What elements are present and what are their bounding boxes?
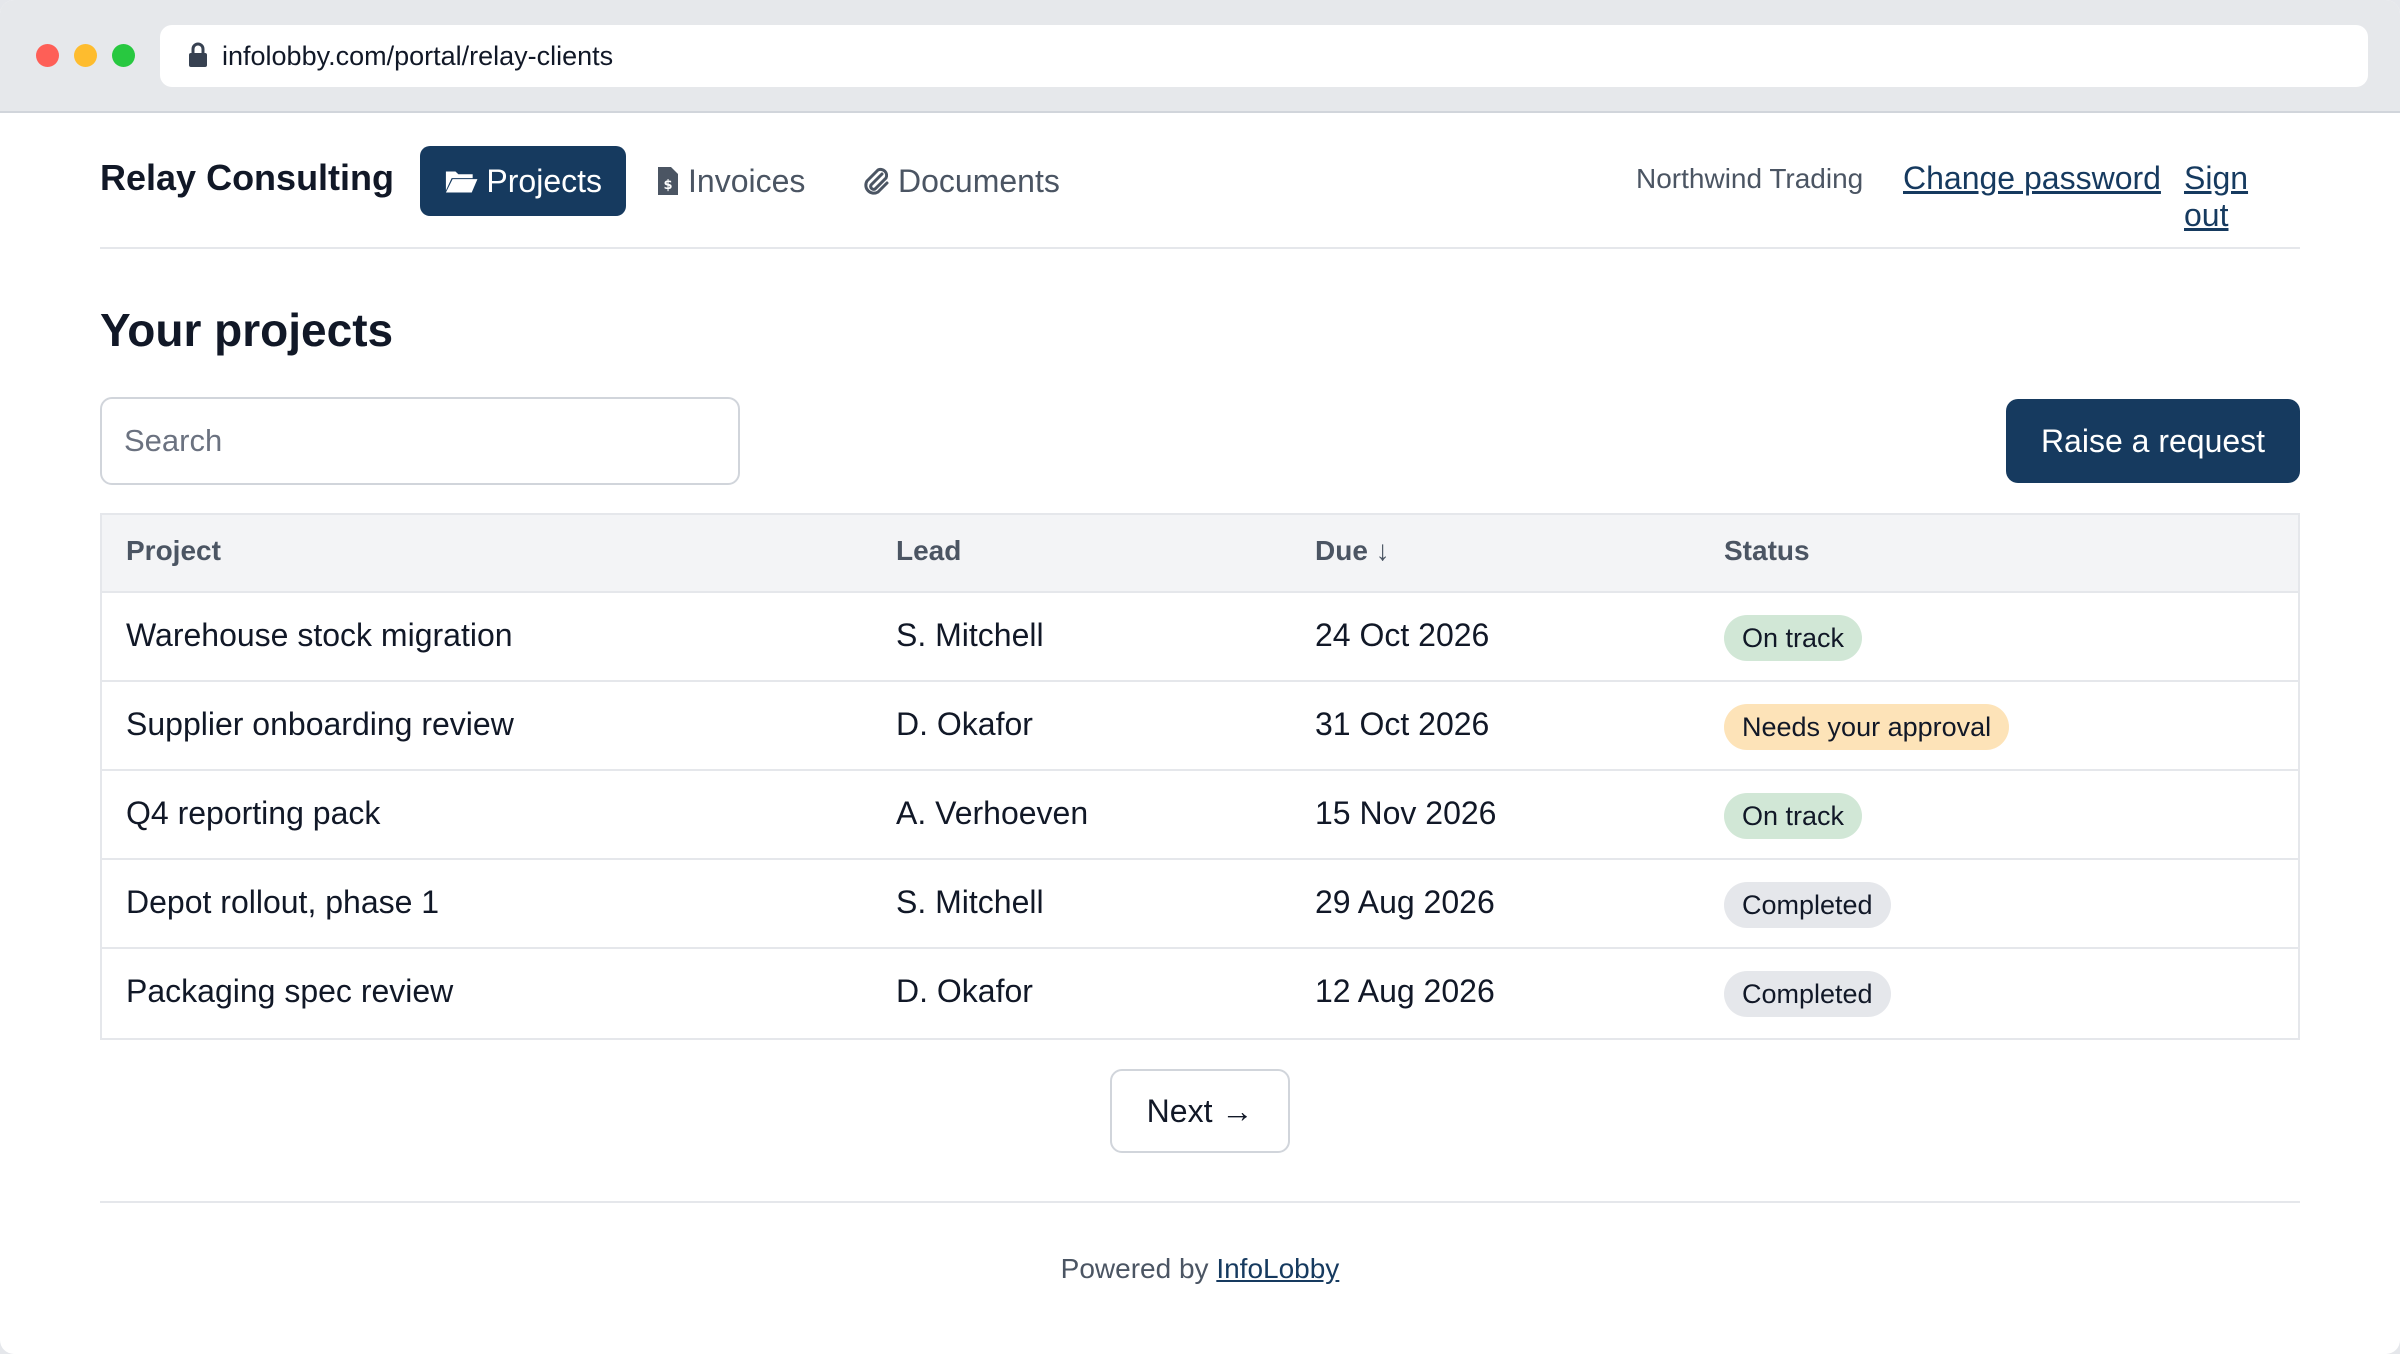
table-header: Project Lead Due ↓ Status [102,515,2298,593]
project-lead: D. Okafor [896,973,1033,1009]
address-bar[interactable]: infolobby.com/portal/relay-clients [160,25,2368,87]
column-header-project[interactable]: Project [126,535,221,567]
status-badge: Completed [1724,971,1891,1017]
project-lead: S. Mitchell [896,884,1044,920]
status-badge: Completed [1724,882,1891,928]
tab-projects-label: Projects [486,162,602,199]
project-lead: S. Mitchell [896,617,1044,653]
status-badge: On track [1724,615,1863,661]
table-row[interactable]: Depot rollout, phase 1 S. Mitchell 29 Au… [102,860,2298,949]
organization-name: Northwind Trading [1636,163,1864,194]
browser-window: infolobby.com/portal/relay-clients Relay… [0,0,2400,1354]
brand-name: Relay Consulting [100,157,395,198]
project-name: Packaging spec review [126,973,454,1009]
url-text: infolobby.com/portal/relay-clients [222,41,614,71]
lock-icon [189,42,207,67]
powered-by-text: Powered by [1060,1253,1217,1284]
footer: Powered by InfoLobby [100,1253,2300,1285]
footer-divider [100,1201,2300,1203]
status-badge: Needs your approval [1724,704,2010,750]
maximize-window-button[interactable] [112,44,135,67]
sign-out-link[interactable]: Sign out [2184,160,2300,234]
tab-invoices[interactable]: $ Invoices [656,146,805,216]
project-name: Q4 reporting pack [126,795,381,831]
projects-table: Project Lead Due ↓ Status Warehouse stoc… [100,513,2300,1040]
table-row[interactable]: Q4 reporting pack A. Verhoeven 15 Nov 20… [102,771,2298,860]
table-row[interactable]: Packaging spec review D. Okafor 12 Aug 2… [102,949,2298,1038]
close-window-button[interactable] [36,44,59,67]
raise-request-button[interactable]: Raise a request [2006,399,2300,483]
tab-documents[interactable]: Documents [862,146,1060,216]
table-row[interactable]: Warehouse stock migration S. Mitchell 24… [102,593,2298,682]
paperclip-icon [864,167,889,195]
project-due: 15 Nov 2026 [1315,795,1497,831]
column-header-lead[interactable]: Lead [896,535,961,567]
top-navigation: Relay Consulting Projects $ Invoices Doc… [100,113,2300,249]
project-due: 31 Oct 2026 [1315,706,1490,742]
tab-invoices-label: Invoices [688,162,806,199]
table-row[interactable]: Supplier onboarding review D. Okafor 31 … [102,682,2298,771]
project-lead: D. Okafor [896,706,1033,742]
page-title: Your projects [100,304,394,356]
project-name: Warehouse stock migration [126,617,513,653]
browser-chrome: infolobby.com/portal/relay-clients [0,0,2400,113]
project-name: Depot rollout, phase 1 [126,884,440,920]
column-header-due[interactable]: Due ↓ [1315,535,1390,567]
tab-projects[interactable]: Projects [420,146,626,216]
folder-open-icon [445,171,478,193]
project-due: 24 Oct 2026 [1315,617,1490,653]
next-page-button[interactable]: Next → [1110,1069,1290,1153]
column-header-status[interactable]: Status [1724,535,1810,567]
search-input[interactable] [100,397,740,485]
tab-documents-label: Documents [898,162,1060,199]
change-password-link[interactable]: Change password [1903,160,2161,197]
project-name: Supplier onboarding review [126,706,514,742]
minimize-window-button[interactable] [74,44,97,67]
svg-text:$: $ [663,178,672,193]
status-badge: On track [1724,793,1863,839]
project-lead: A. Verhoeven [896,795,1089,831]
project-due: 12 Aug 2026 [1315,973,1495,1009]
project-due: 29 Aug 2026 [1315,884,1495,920]
infolobby-link[interactable]: InfoLobby [1216,1253,1339,1284]
portal-page: Relay Consulting Projects $ Invoices Doc… [100,113,2300,1354]
invoice-icon: $ [658,167,678,195]
